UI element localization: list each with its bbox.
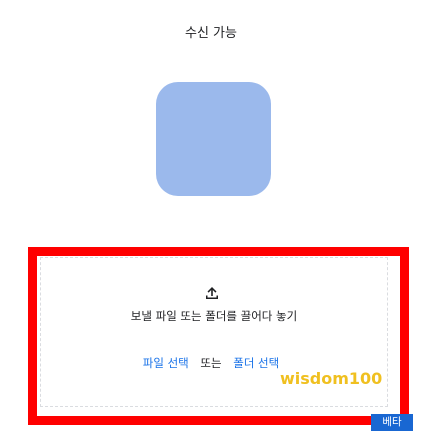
upload-icon — [206, 287, 218, 299]
watermark: wisdom100 — [280, 369, 383, 388]
select-folder-link[interactable]: 폴더 선택 — [233, 356, 279, 370]
drop-instruction: 보낼 파일 또는 폴더를 끌어다 놓기 — [130, 309, 298, 323]
beta-badge: 베타 — [371, 414, 413, 431]
device-avatar — [156, 82, 271, 196]
or-text: 또는 — [200, 356, 222, 370]
select-file-link[interactable]: 파일 선택 — [143, 356, 189, 370]
share-panel: 수신 가능 보낼 파일 또는 폴더를 끌어다 놓기 파일 선택 또는 폴더 선택… — [0, 0, 422, 431]
status-title: 수신 가능 — [185, 26, 237, 41]
